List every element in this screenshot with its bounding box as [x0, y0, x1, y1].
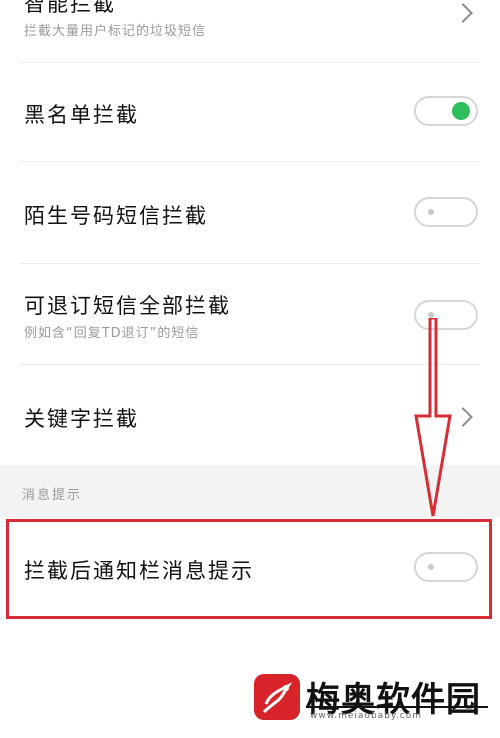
blacklist-title: 黑名单拦截 [24, 103, 139, 127]
toggle-knob [428, 209, 434, 215]
unsubscribe-title: 可退订短信全部拦截 [24, 294, 231, 318]
smart-block-subtitle: 拦截大量用户标记的垃圾短信 [24, 24, 207, 39]
brand-logo [254, 674, 300, 720]
keyword-title: 关键字拦截 [24, 407, 139, 431]
unsubscribe-subtitle: 例如含“回复TD退订”的短信 [24, 326, 200, 341]
down-arrow-icon [414, 318, 452, 517]
section-label: 消息提示 [22, 488, 83, 503]
blacklist-toggle[interactable] [414, 96, 478, 126]
blacklist-row[interactable]: 黑名单拦截 [0, 63, 500, 161]
stranger-sms-toggle[interactable] [414, 197, 478, 227]
chevron-right-icon [453, 407, 473, 427]
toggle-knob [452, 102, 470, 120]
divider [306, 706, 488, 708]
smart-block-title: 智能拦截 [24, 0, 116, 16]
smart-block-row[interactable]: 智能拦截 拦截大量用户标记的垃圾短信 [0, 0, 500, 54]
brand-url: www.meiaobaby.com [310, 711, 423, 721]
highlight-box [6, 519, 492, 619]
stranger-sms-row[interactable]: 陌生号码短信拦截 [0, 162, 500, 262]
stranger-sms-title: 陌生号码短信拦截 [24, 204, 208, 228]
chevron-right-icon [453, 3, 473, 23]
